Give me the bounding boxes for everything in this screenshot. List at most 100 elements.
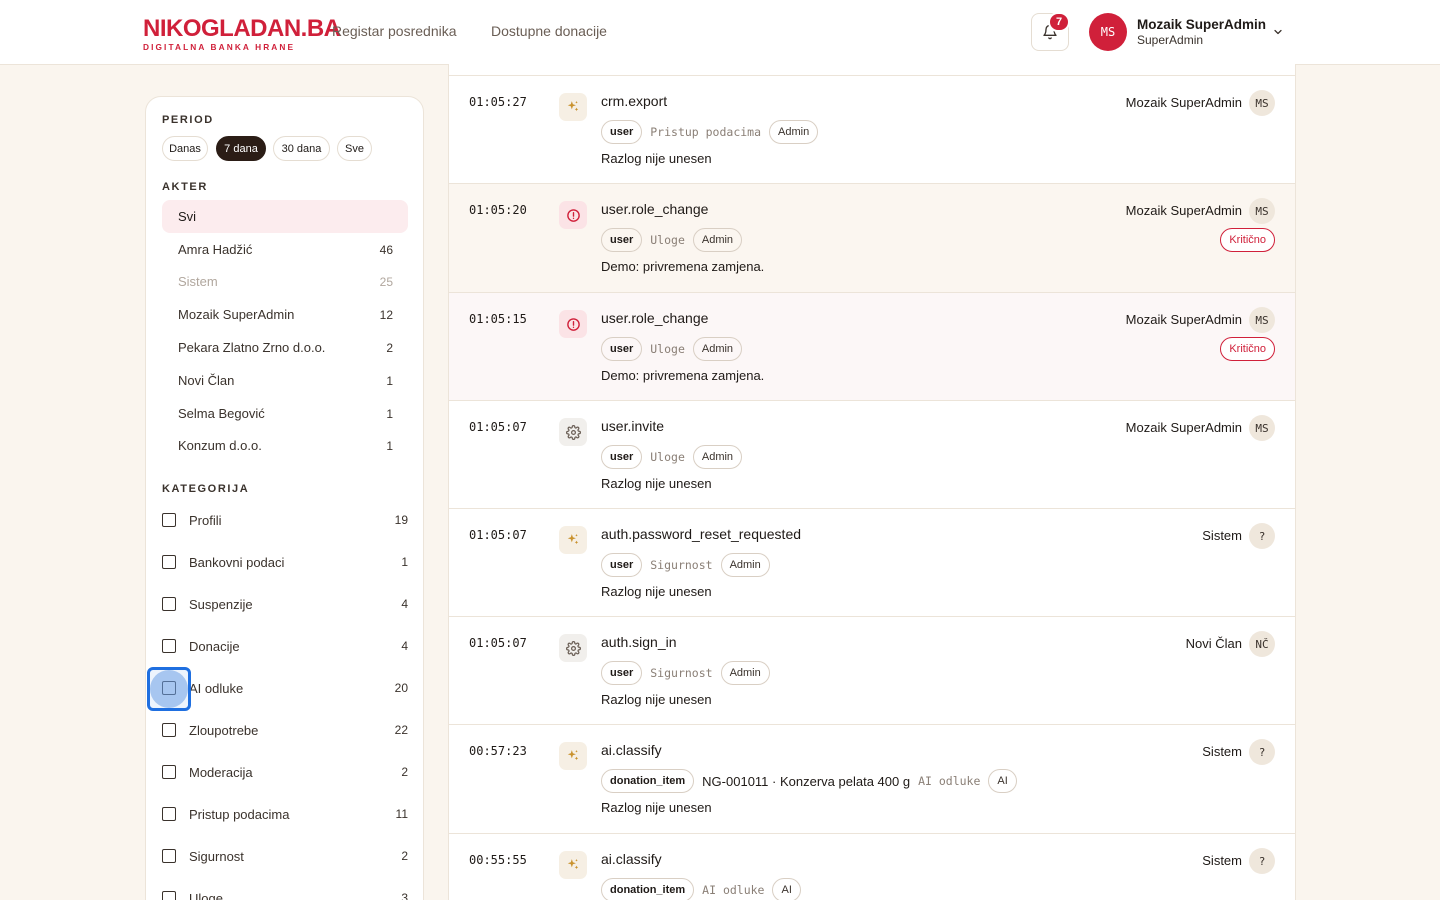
log-action: ai.classify [601, 851, 662, 867]
log-reason: Demo: privremena zamjena. [601, 259, 765, 274]
category-count: 3 [401, 891, 408, 900]
category-filter-item[interactable]: Uloge 3 [162, 886, 408, 900]
cursor-highlight [150, 670, 188, 708]
avatar: MS [1249, 307, 1275, 333]
log-row[interactable]: 01:05:27 crm.export user Pristup podacim… [449, 75, 1295, 183]
period-chip-7-dana[interactable]: 7 dana [216, 136, 266, 161]
log-category: Sigurnost [650, 666, 713, 680]
role-tag: Admin [692, 445, 743, 469]
role-tag: Admin [692, 228, 743, 252]
log-action: user.role_change [601, 310, 709, 326]
category-filter-item[interactable]: Profili 19 [162, 508, 408, 532]
actor-filter-item[interactable]: Sistem 25 [162, 265, 408, 298]
actor-filter-item[interactable]: Mozaik SuperAdmin 12 [162, 298, 408, 331]
sparkle-icon [559, 851, 587, 879]
actor-filter-count: 46 [379, 242, 393, 257]
category-name: Bankovni podaci [189, 554, 285, 570]
logo[interactable]: NIKOGLADAN.BA DIGITALNA BANKA HRANE [143, 15, 341, 53]
avatar: ? [1249, 523, 1275, 549]
actor-filter-item[interactable]: Konzum d.o.o. 1 [162, 429, 408, 462]
log-action: crm.export [601, 93, 668, 109]
actor-filter-count: 1 [386, 406, 393, 421]
log-row[interactable]: 01:05:07 auth.password_reset_requested u… [449, 508, 1295, 616]
category-filter-item[interactable]: Bankovni podaci 1 [162, 550, 408, 574]
actor-filter-item[interactable]: Svi [162, 200, 408, 233]
log-category: AI odluke [702, 883, 765, 897]
actor-filter-item[interactable]: Selma Begović 1 [162, 397, 408, 430]
category-filter-item[interactable]: Suspenzije 4 [162, 592, 408, 616]
category-checkbox[interactable] [162, 513, 176, 527]
category-name: Moderacija [189, 764, 253, 780]
actor-filter-name: Pekara Zlatno Zrno d.o.o. [178, 340, 326, 355]
log-reason: Demo: privremena zamjena. [601, 368, 765, 383]
entity-tag: user [601, 445, 643, 469]
category-count: 20 [394, 681, 408, 695]
category-count: 22 [394, 723, 408, 737]
log-tags: donation_item AI odluke AI [601, 878, 801, 900]
category-checkbox[interactable] [162, 555, 176, 569]
chevron-down-icon[interactable] [1272, 26, 1284, 38]
role-tag: Admin [692, 337, 743, 361]
category-checkbox[interactable] [162, 723, 176, 737]
category-filter-item[interactable]: Zloupotrebe 22 [162, 718, 408, 742]
period-chip-30-dana[interactable]: 30 dana [273, 136, 330, 161]
sparkle-icon [559, 742, 587, 770]
log-tags: user Uloge Admin [601, 337, 743, 361]
log-reason: Razlog nije unesen [601, 692, 712, 707]
actor-filter-name: Amra Hadžić [178, 242, 253, 257]
category-count: 2 [401, 849, 408, 863]
category-checkbox[interactable] [162, 849, 176, 863]
category-filter-item[interactable]: Pristup podacima 11 [162, 802, 408, 826]
category-name: Zloupotrebe [189, 722, 259, 738]
log-row[interactable]: 01:05:15 user.role_change user Uloge Adm… [449, 292, 1295, 400]
category-filter-item[interactable]: AI odluke 20 [162, 676, 408, 700]
category-checkbox[interactable] [162, 597, 176, 611]
log-row[interactable]: 01:05:20 user.role_change user Uloge Adm… [449, 183, 1295, 292]
log-time: 01:05:20 [469, 203, 527, 217]
log-action: ai.classify [601, 742, 662, 758]
category-filter-item[interactable]: Donacije 4 [162, 634, 408, 658]
avatar: MS [1249, 415, 1275, 441]
actor-filter-item[interactable]: Novi Član 1 [162, 364, 408, 397]
log-time: 01:05:15 [469, 312, 527, 326]
log-row[interactable]: 01:05:07 user.invite user Uloge Admin Ra… [449, 400, 1295, 508]
log-action: user.invite [601, 418, 665, 434]
log-category: Uloge [650, 342, 685, 356]
log-action: auth.sign_in [601, 634, 677, 650]
actor-filter-name: Konzum d.o.o. [178, 438, 262, 453]
category-name: Sigurnost [189, 848, 244, 864]
category-checkbox[interactable] [162, 891, 176, 900]
category-filter-item[interactable]: Moderacija 2 [162, 760, 408, 784]
logo-wordmark: NIKOGLADAN.BA [143, 15, 341, 42]
category-filter-item[interactable]: Sigurnost 2 [162, 844, 408, 868]
actor-filter-item[interactable]: Amra Hadžić 46 [162, 233, 408, 266]
nav-link-dostupne-donacije[interactable]: Dostupne donacije [491, 23, 607, 39]
actor-filter-item[interactable]: Pekara Zlatno Zrno d.o.o. 2 [162, 331, 408, 364]
category-checkbox[interactable] [162, 807, 176, 821]
category-checkbox[interactable] [162, 765, 176, 779]
nav-link-registar-posrednika[interactable]: Registar posrednika [332, 23, 457, 39]
avatar[interactable]: MS [1089, 13, 1127, 51]
actor-filter-count: 1 [386, 373, 393, 388]
gear-icon [559, 418, 587, 446]
log-row[interactable]: 01:05:07 auth.sign_in user Sigurnost Adm… [449, 616, 1295, 724]
period-chip-sve[interactable]: Sve [337, 136, 372, 161]
log-reason: Razlog nije unesen [601, 800, 712, 815]
log-row[interactable]: 00:57:23 ai.classify donation_item NG-00… [449, 724, 1295, 833]
log-target[interactable]: NG-001011 · Konzerva pelata 400 g [702, 774, 910, 789]
log-tags: user Uloge Admin [601, 228, 743, 252]
alert-icon [559, 310, 587, 338]
log-tags: donation_item NG-001011 · Konzerva pelat… [601, 769, 1017, 793]
category-checkbox[interactable] [162, 639, 176, 653]
user-name[interactable]: Mozaik SuperAdmin [1137, 17, 1266, 32]
actor-filter-count: 2 [386, 340, 393, 355]
log-category: Uloge [650, 233, 685, 247]
avatar: ? [1249, 848, 1275, 874]
category-name: Donacije [189, 638, 240, 654]
entity-tag: donation_item [601, 769, 695, 793]
avatar: NČ [1249, 631, 1275, 657]
log-actor-name: Novi Član [1185, 636, 1242, 651]
category-count: 1 [401, 555, 408, 569]
period-chip-danas[interactable]: Danas [162, 136, 208, 161]
log-row[interactable]: 00:55:55 ai.classify donation_item AI od… [449, 833, 1295, 900]
